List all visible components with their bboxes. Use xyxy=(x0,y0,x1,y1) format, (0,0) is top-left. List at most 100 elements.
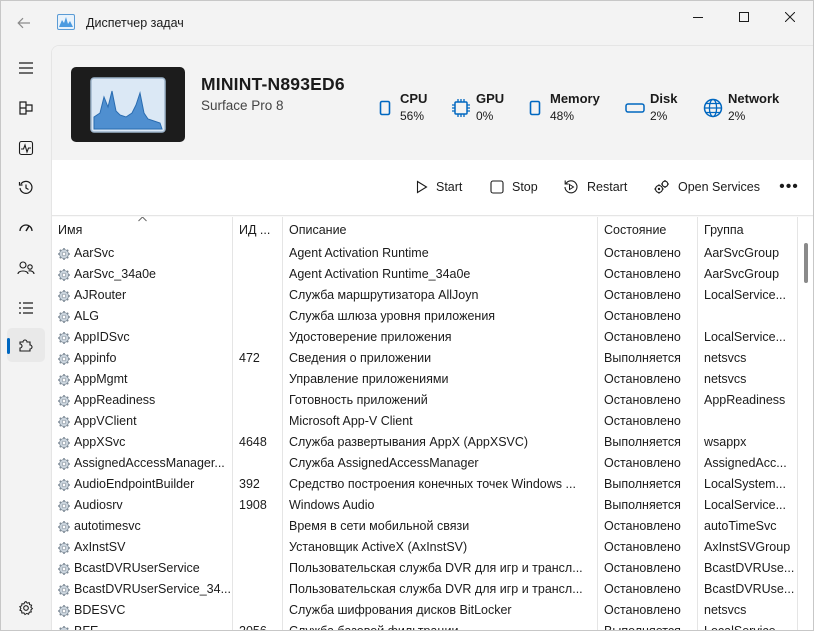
cell-pid xyxy=(233,306,283,327)
minimize-button[interactable] xyxy=(675,1,721,33)
table-row[interactable]: AarSvc Agent Activation Runtime Остановлен… xyxy=(52,243,813,264)
open-services-button[interactable]: Open Services xyxy=(647,173,766,201)
stop-button[interactable]: Stop xyxy=(484,173,544,201)
device-header: MININT-N893ED6 Surface Pro 8 CPU 56% GPU… xyxy=(52,46,813,160)
cell-description: Пользовательская служба DVR для игр и тр… xyxy=(283,579,598,600)
cell-group: LocalSystem... xyxy=(698,474,798,495)
cell-state: Остановлено xyxy=(598,411,698,432)
cell-name: AarSvc_34a0e xyxy=(52,264,233,285)
cell-group: netsvcs xyxy=(698,348,798,369)
table-row[interactable]: autotimesvc Время в сети мобильной связи О… xyxy=(52,516,813,537)
hamburger-menu-button[interactable] xyxy=(7,51,45,85)
services-page: MININT-N893ED6 Surface Pro 8 CPU 56% GPU… xyxy=(51,45,813,630)
column-header-group[interactable]: Группа xyxy=(698,217,798,243)
cell-group xyxy=(698,306,798,327)
column-header-pid[interactable]: ИД ... xyxy=(233,217,283,243)
cell-description: Удостоверение приложения xyxy=(283,327,598,348)
service-gear-icon xyxy=(58,562,70,575)
table-row[interactable]: AppMgmt Управление приложениями Остановлен… xyxy=(52,369,813,390)
nav-services[interactable] xyxy=(7,328,45,362)
table-row[interactable]: AppVClient Microsoft App-V Client Остановл… xyxy=(52,411,813,432)
back-button[interactable] xyxy=(9,9,39,37)
service-name: AppVClient xyxy=(74,414,137,428)
minimize-icon xyxy=(693,17,703,18)
cell-pid: 1908 xyxy=(233,495,283,516)
cell-name: BFE xyxy=(52,621,233,630)
cell-state: Остановлено xyxy=(598,537,698,558)
service-gear-icon xyxy=(58,289,70,302)
column-header-description[interactable]: Описание xyxy=(283,217,598,243)
nav-performance[interactable] xyxy=(7,131,45,165)
cell-description: Microsoft App-V Client xyxy=(283,411,598,432)
service-name: Audiosrv xyxy=(74,498,123,512)
cell-name: autotimesvc xyxy=(52,516,233,537)
cell-pid xyxy=(233,369,283,390)
start-button[interactable]: Start xyxy=(410,173,468,201)
close-icon xyxy=(785,12,795,22)
table-row[interactable]: ALG Служба шлюза уровня приложения Останов… xyxy=(52,306,813,327)
service-name: ALG xyxy=(74,309,100,323)
cell-pid xyxy=(233,390,283,411)
disk-icon xyxy=(624,97,646,119)
cell-pid: 472 xyxy=(233,348,283,369)
table-row[interactable]: Appinfo 472 Сведения о приложении Выполняет… xyxy=(52,348,813,369)
service-name: AudioEndpointBuilder xyxy=(74,477,195,491)
service-name: BcastDVRUserService_34... xyxy=(74,582,232,596)
nav-processes[interactable] xyxy=(7,91,45,125)
service-gear-icon xyxy=(58,541,70,554)
cell-group: netsvcs xyxy=(698,600,798,621)
service-gear-icon xyxy=(58,583,70,596)
table-row[interactable]: BDESVC Служба шифрования дисков BitLocker… xyxy=(52,600,813,621)
task-manager-window: Диспетчер задач MININT-N893ED6 Surface P… xyxy=(0,0,814,631)
cell-state: Выполняется xyxy=(598,432,698,453)
cell-pid xyxy=(233,579,283,600)
service-gear-icon xyxy=(58,373,70,386)
cell-state: Остановлено xyxy=(598,306,698,327)
cell-name: ALG xyxy=(52,306,233,327)
table-row[interactable]: Audiosrv 1908 Windows Audio Выполняется Loca… xyxy=(52,495,813,516)
close-button[interactable] xyxy=(767,1,813,33)
table-row[interactable]: AssignedAccessManager... Служба AssignedA… xyxy=(52,453,813,474)
nav-settings[interactable] xyxy=(7,591,45,625)
table-row[interactable]: AppReadiness Готовность приложений Останов… xyxy=(52,390,813,411)
vertical-scrollbar[interactable] xyxy=(804,243,808,283)
table-row[interactable]: AxInstSV Установщик ActiveX (AxInstSV) Ост… xyxy=(52,537,813,558)
cell-name: Appinfo xyxy=(52,348,233,369)
cell-state: Остановлено xyxy=(598,390,698,411)
play-icon xyxy=(416,180,428,194)
table-row[interactable]: BcastDVRUserService_34... Пользовательска… xyxy=(52,579,813,600)
more-options-button[interactable]: ••• xyxy=(774,173,804,201)
metric-value: 2% xyxy=(650,109,668,123)
table-row[interactable]: BcastDVRUserService Пользовательская служ… xyxy=(52,558,813,579)
table-row[interactable]: BFE 2056 Служба базовой фильтрации Выполняе… xyxy=(52,621,813,630)
nav-users[interactable] xyxy=(7,251,45,285)
table-row[interactable]: AJRouter Служба маршрутизатора AllJoyn Ост… xyxy=(52,285,813,306)
nav-app-history[interactable] xyxy=(7,171,45,205)
column-header-state[interactable]: Состояние xyxy=(598,217,698,243)
table-row[interactable]: AppIDSvc Удостоверение приложения Остановл… xyxy=(52,327,813,348)
service-name: AssignedAccessManager... xyxy=(74,456,225,470)
cell-group: autoTimeSvc xyxy=(698,516,798,537)
cell-name: AJRouter xyxy=(52,285,233,306)
settings-gear-icon xyxy=(19,600,34,616)
nav-details[interactable] xyxy=(7,291,45,325)
cell-description: Пользовательская служба DVR для игр и тр… xyxy=(283,558,598,579)
table-row[interactable]: AudioEndpointBuilder 392 Средство построен… xyxy=(52,474,813,495)
nav-startup-apps[interactable] xyxy=(7,211,45,245)
gpu-chip-icon xyxy=(450,97,472,119)
cell-state: Остановлено xyxy=(598,327,698,348)
hamburger-icon xyxy=(19,62,33,74)
memory-icon xyxy=(524,97,546,119)
cell-state: Выполняется xyxy=(598,621,698,630)
maximize-button[interactable] xyxy=(721,1,767,33)
window-title: Диспетчер задач xyxy=(86,16,184,30)
table-row[interactable]: AppXSvc 4648 Служба развертывания AppX (Ap… xyxy=(52,432,813,453)
cell-state: Остановлено xyxy=(598,453,698,474)
cell-pid xyxy=(233,264,283,285)
globe-icon xyxy=(702,97,724,119)
table-row[interactable]: AarSvc_34a0e Agent Activation Runtime_34a… xyxy=(52,264,813,285)
processes-grid-icon xyxy=(19,101,33,115)
restart-button[interactable]: Restart xyxy=(557,173,633,201)
service-name: AxInstSV xyxy=(74,540,126,554)
cell-description: Готовность приложений xyxy=(283,390,598,411)
